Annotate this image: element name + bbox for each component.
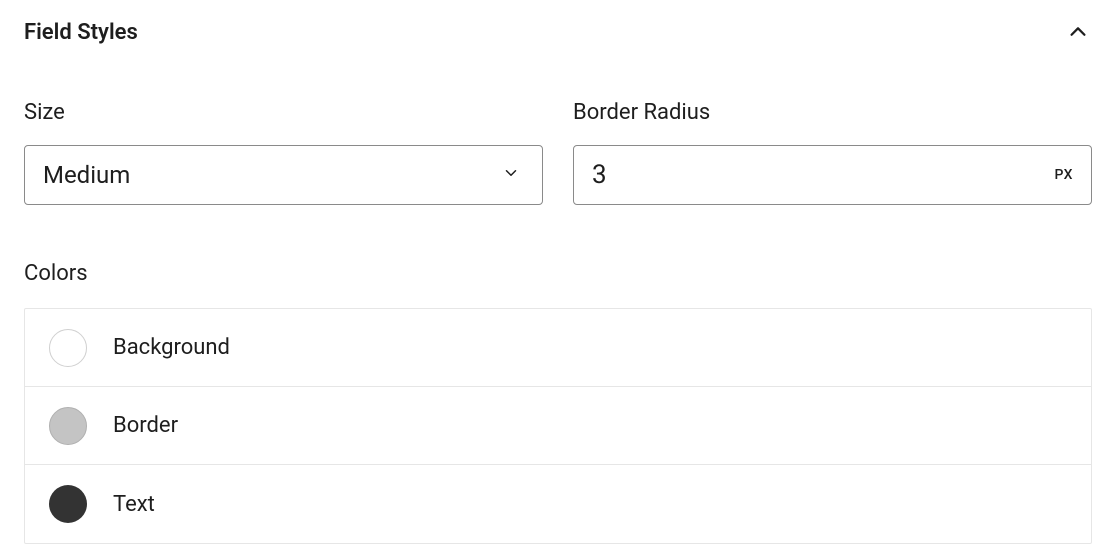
controls-row: Size Medium Border Radius PX	[24, 100, 1092, 205]
panel-header[interactable]: Field Styles	[24, 18, 1092, 46]
color-swatch-icon	[49, 329, 87, 367]
size-select[interactable]: Medium	[24, 145, 543, 205]
size-value: Medium	[43, 161, 524, 189]
color-label: Background	[113, 335, 230, 360]
border-radius-label: Border Radius	[573, 100, 1092, 125]
chevron-up-icon[interactable]	[1064, 18, 1092, 46]
color-list: Background Border Text	[24, 308, 1092, 544]
color-row-border[interactable]: Border	[25, 387, 1091, 465]
color-row-text[interactable]: Text	[25, 465, 1091, 543]
color-label: Border	[113, 413, 178, 438]
color-row-background[interactable]: Background	[25, 309, 1091, 387]
color-swatch-icon	[49, 407, 87, 445]
border-radius-input-wrap[interactable]: PX	[573, 145, 1092, 205]
border-radius-input[interactable]	[592, 160, 1054, 190]
color-swatch-icon	[49, 485, 87, 523]
colors-label: Colors	[24, 261, 1092, 286]
size-field: Size Medium	[24, 100, 543, 205]
color-label: Text	[113, 492, 155, 517]
border-radius-unit: PX	[1054, 167, 1073, 183]
size-label: Size	[24, 100, 543, 125]
panel-title: Field Styles	[24, 20, 138, 45]
border-radius-field: Border Radius PX	[573, 100, 1092, 205]
